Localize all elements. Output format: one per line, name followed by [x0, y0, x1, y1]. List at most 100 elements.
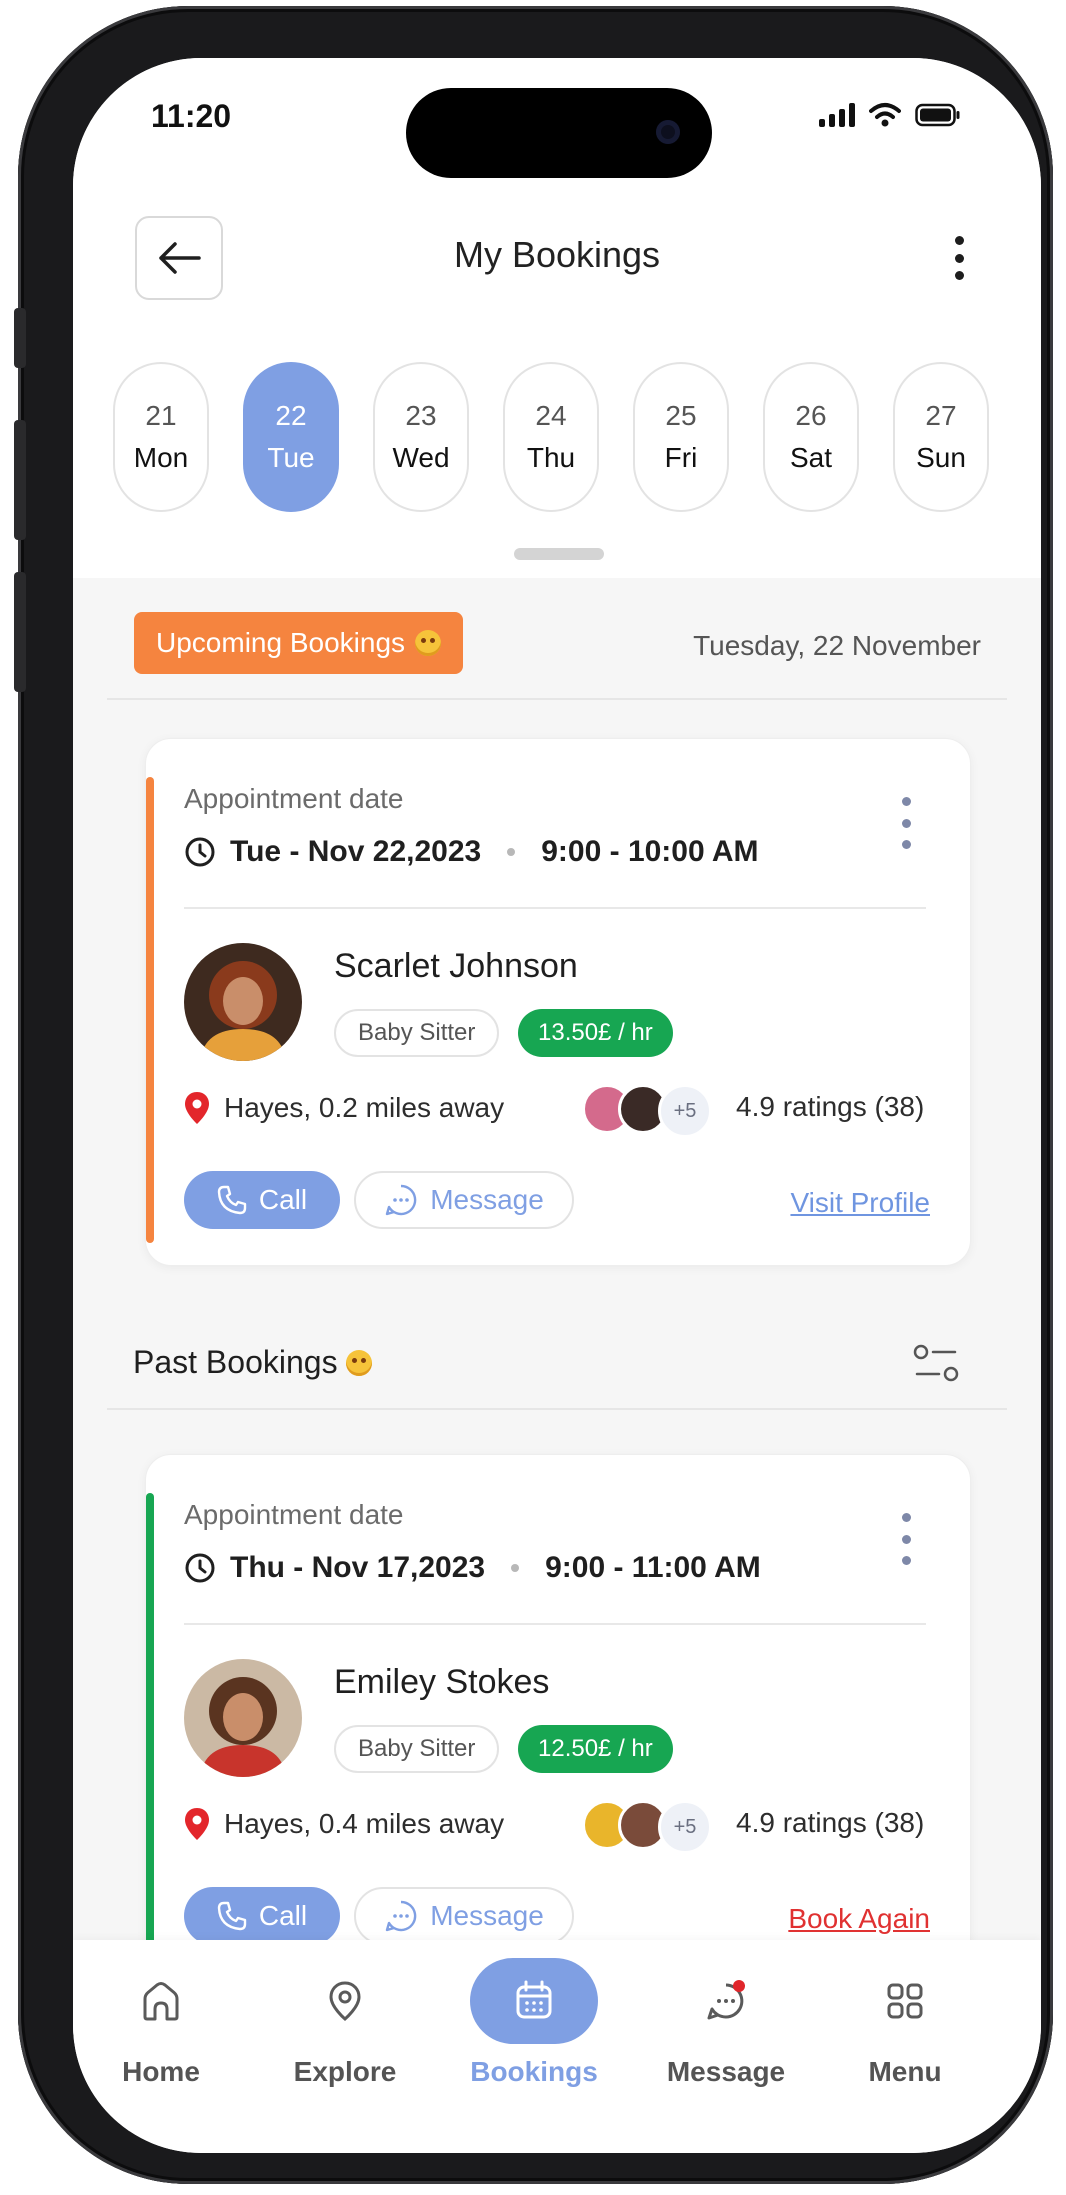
- appointment-label: Appointment date: [184, 1499, 404, 1530]
- more-reviewers-count: +5: [658, 1800, 712, 1854]
- location-text: Hayes, 0.4 miles away: [224, 1808, 505, 1839]
- date-chip-wed[interactable]: 23 Wed: [373, 362, 469, 512]
- clock-icon: [185, 837, 215, 867]
- section-divider: [107, 1408, 1007, 1410]
- side-button-volume-down: [14, 572, 26, 692]
- message-button[interactable]: Message: [354, 1171, 574, 1229]
- nav-bookings[interactable]: Bookings: [454, 1958, 614, 2088]
- date-weekday: Tue: [267, 442, 315, 473]
- card-divider: [184, 907, 926, 909]
- home-icon: [143, 1982, 179, 2021]
- date-chip-sun[interactable]: 27 Sun: [893, 362, 989, 512]
- battery-icon: [915, 103, 960, 127]
- card-accent-bar: [146, 777, 154, 1243]
- app-screen: 11:20 My Bookings 21 Mon 22 Tue 23 Wed 2…: [73, 58, 1041, 2153]
- top-panel: 11:20 My Bookings 21 Mon 22 Tue 23 Wed 2…: [73, 58, 1041, 578]
- rating-text: 4.9 ratings (38): [736, 1807, 925, 1838]
- visit-profile-link[interactable]: Visit Profile: [790, 1187, 930, 1219]
- card-accent-bar: [146, 1493, 154, 2017]
- phone-icon: [217, 1185, 247, 1215]
- date-number: 26: [795, 400, 827, 431]
- nav-icon-wrap: [281, 1958, 409, 2044]
- appointment-time: 9:00 - 11:00 AM: [545, 1551, 761, 1584]
- past-bookings-label: Past Bookings: [133, 1344, 338, 1380]
- message-button[interactable]: Message: [354, 1887, 574, 1945]
- upcoming-bookings-label: Upcoming Bookings: [156, 627, 406, 658]
- star-struck-emoji-icon: [345, 1349, 372, 1376]
- drag-handle[interactable]: [514, 548, 604, 560]
- avatar-photo: [184, 1659, 302, 1777]
- booking-card-upcoming[interactable]: Appointment date Tue - Nov 22,2023 9:00 …: [145, 738, 971, 1266]
- nav-menu[interactable]: Menu: [825, 1958, 985, 2088]
- chat-bubble-icon: [385, 1184, 417, 1216]
- clock-icon: [185, 1553, 215, 1583]
- date-chip-mon[interactable]: 21 Mon: [113, 362, 209, 512]
- star-struck-emoji-icon: [415, 630, 442, 656]
- date-chip-fri[interactable]: 25 Fri: [633, 362, 729, 512]
- nav-icon-wrap: [470, 1958, 598, 2044]
- more-dot-icon: [954, 271, 964, 280]
- nav-label: Bookings: [470, 2056, 598, 2087]
- appointment-time-row: Thu - Nov 17,2023 9:00 - 11:00 AM: [184, 1551, 761, 1585]
- nav-message[interactable]: Message: [646, 1958, 806, 2088]
- more-dot-icon: [954, 253, 964, 263]
- separator-dot: [507, 848, 516, 856]
- phone-icon: [217, 1901, 247, 1931]
- role-tag: Baby Sitter: [334, 1725, 500, 1773]
- nav-label: Message: [666, 2056, 786, 2087]
- avatar[interactable]: [184, 1659, 302, 1777]
- wifi-icon: [869, 103, 901, 127]
- filter-icon[interactable]: [911, 1342, 961, 1386]
- location-text: Hayes, 0.2 miles away: [224, 1092, 505, 1123]
- caregiver-name: Scarlet Johnson: [334, 947, 578, 985]
- card-more-button[interactable]: [900, 1513, 912, 1565]
- location-pin-icon: [185, 1808, 209, 1840]
- date-weekday: Sun: [916, 442, 966, 473]
- more-reviewers-count: +5: [658, 1084, 712, 1138]
- date-number: 25: [665, 400, 697, 431]
- rate-tag: 13.50£ / hr: [518, 1009, 673, 1057]
- chat-bubble-icon: [385, 1900, 417, 1932]
- signal-icon: [819, 103, 855, 127]
- booking-card-past[interactable]: Appointment date Thu - Nov 17,2023 9:00 …: [145, 1454, 971, 2017]
- nav-icon-wrap: [662, 1958, 790, 2044]
- reviewer-avatars: +5: [582, 1800, 722, 1854]
- caregiver-name: Emiley Stokes: [334, 1663, 550, 1701]
- nav-label: Home: [122, 2056, 200, 2087]
- nav-home[interactable]: Home: [81, 1958, 241, 2088]
- location-row: Hayes, 0.4 miles away: [184, 1807, 504, 1841]
- date-number: 21: [145, 400, 177, 431]
- more-options-button[interactable]: [949, 228, 969, 288]
- message-label: Message: [430, 1184, 544, 1215]
- location-row: Hayes, 0.2 miles away: [184, 1091, 504, 1125]
- avatar[interactable]: [184, 943, 302, 1061]
- call-button[interactable]: Call: [184, 1171, 340, 1229]
- date-number: 24: [535, 400, 567, 431]
- call-label: Call: [258, 1184, 308, 1215]
- role-tag: Baby Sitter: [334, 1009, 500, 1057]
- selected-date-label: Tuesday, 22 November: [693, 630, 981, 661]
- upcoming-bookings-badge: Upcoming Bookings: [134, 612, 464, 674]
- rating-text: 4.9 ratings (38): [736, 1091, 925, 1122]
- page-title: My Bookings: [453, 234, 661, 275]
- date-chip-sat[interactable]: 26 Sat: [763, 362, 859, 512]
- date-weekday: Sat: [789, 442, 833, 473]
- appointment-label: Appointment date: [184, 783, 404, 814]
- section-divider: [107, 698, 1007, 700]
- date-chip-thu[interactable]: 24 Thu: [503, 362, 599, 512]
- status-icons: [819, 102, 961, 128]
- call-button[interactable]: Call: [184, 1887, 340, 1945]
- card-more-button[interactable]: [900, 797, 912, 849]
- appointment-time-row: Tue - Nov 22,2023 9:00 - 10:00 AM: [184, 835, 759, 869]
- book-again-link[interactable]: Book Again: [788, 1903, 930, 1935]
- nav-explore[interactable]: Explore: [265, 1958, 425, 2088]
- message-label: Message: [430, 1900, 544, 1931]
- card-divider: [184, 1623, 926, 1625]
- side-button-action: [14, 308, 26, 368]
- separator-dot: [511, 1564, 520, 1572]
- chat-bubble-icon: [707, 1980, 745, 2020]
- status-time: 11:20: [151, 98, 232, 134]
- bottom-navigation: Home Explore Bookings Message Menu: [73, 1940, 1041, 2153]
- date-chip-tue[interactable]: 22 Tue: [243, 362, 339, 512]
- location-pin-icon: [185, 1092, 209, 1124]
